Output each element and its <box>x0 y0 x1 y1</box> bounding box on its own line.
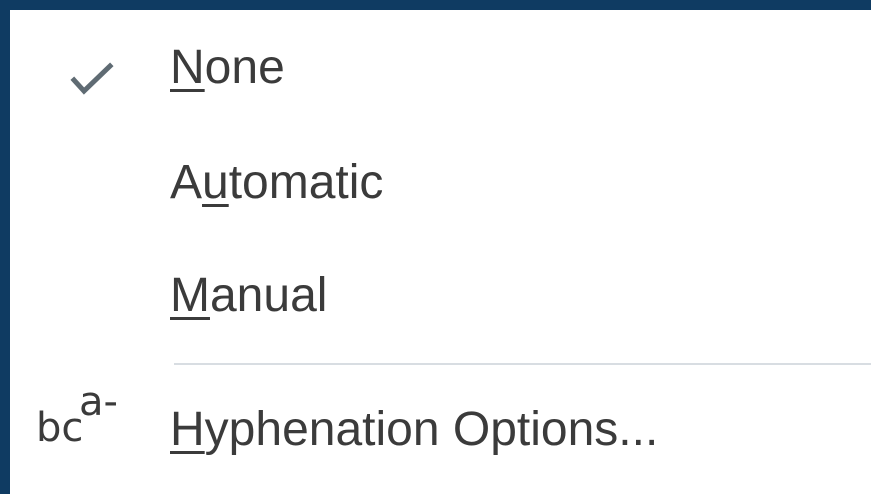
label-pre: A <box>170 156 203 209</box>
hyphenation-icon-bottom: bc <box>36 405 84 451</box>
hyphenation-icon: a- bc <box>36 378 136 468</box>
label-rest: yphenation Options... <box>204 403 659 456</box>
menu-item-automatic[interactable]: Automatic <box>10 125 871 233</box>
hyphenation-menu: None Automatic Manual a- bc Hyphenation … <box>10 10 871 494</box>
mnemonic-char: M <box>170 269 210 322</box>
label-rest: tomatic <box>228 156 384 209</box>
label-rest: anual <box>209 269 328 322</box>
mnemonic-char: u <box>202 156 229 209</box>
hyphenation-icon-top: a- <box>79 379 118 425</box>
menu-separator <box>174 363 871 365</box>
menu-item-manual[interactable]: Manual <box>10 238 871 346</box>
label-rest: one <box>204 41 285 94</box>
mnemonic-char: H <box>170 403 205 456</box>
mnemonic-char: N <box>170 41 205 94</box>
menu-item-automatic-label: Automatic <box>170 155 383 211</box>
menu-item-none-label: None <box>170 40 285 96</box>
menu-item-none[interactable]: None <box>10 10 871 118</box>
menu-item-hyphenation-options[interactable]: a- bc Hyphenation Options... <box>10 370 871 494</box>
checkmark-icon <box>70 62 114 95</box>
menu-item-hyphenation-options-label: Hyphenation Options... <box>170 402 658 458</box>
menu-item-manual-label: Manual <box>170 268 327 324</box>
